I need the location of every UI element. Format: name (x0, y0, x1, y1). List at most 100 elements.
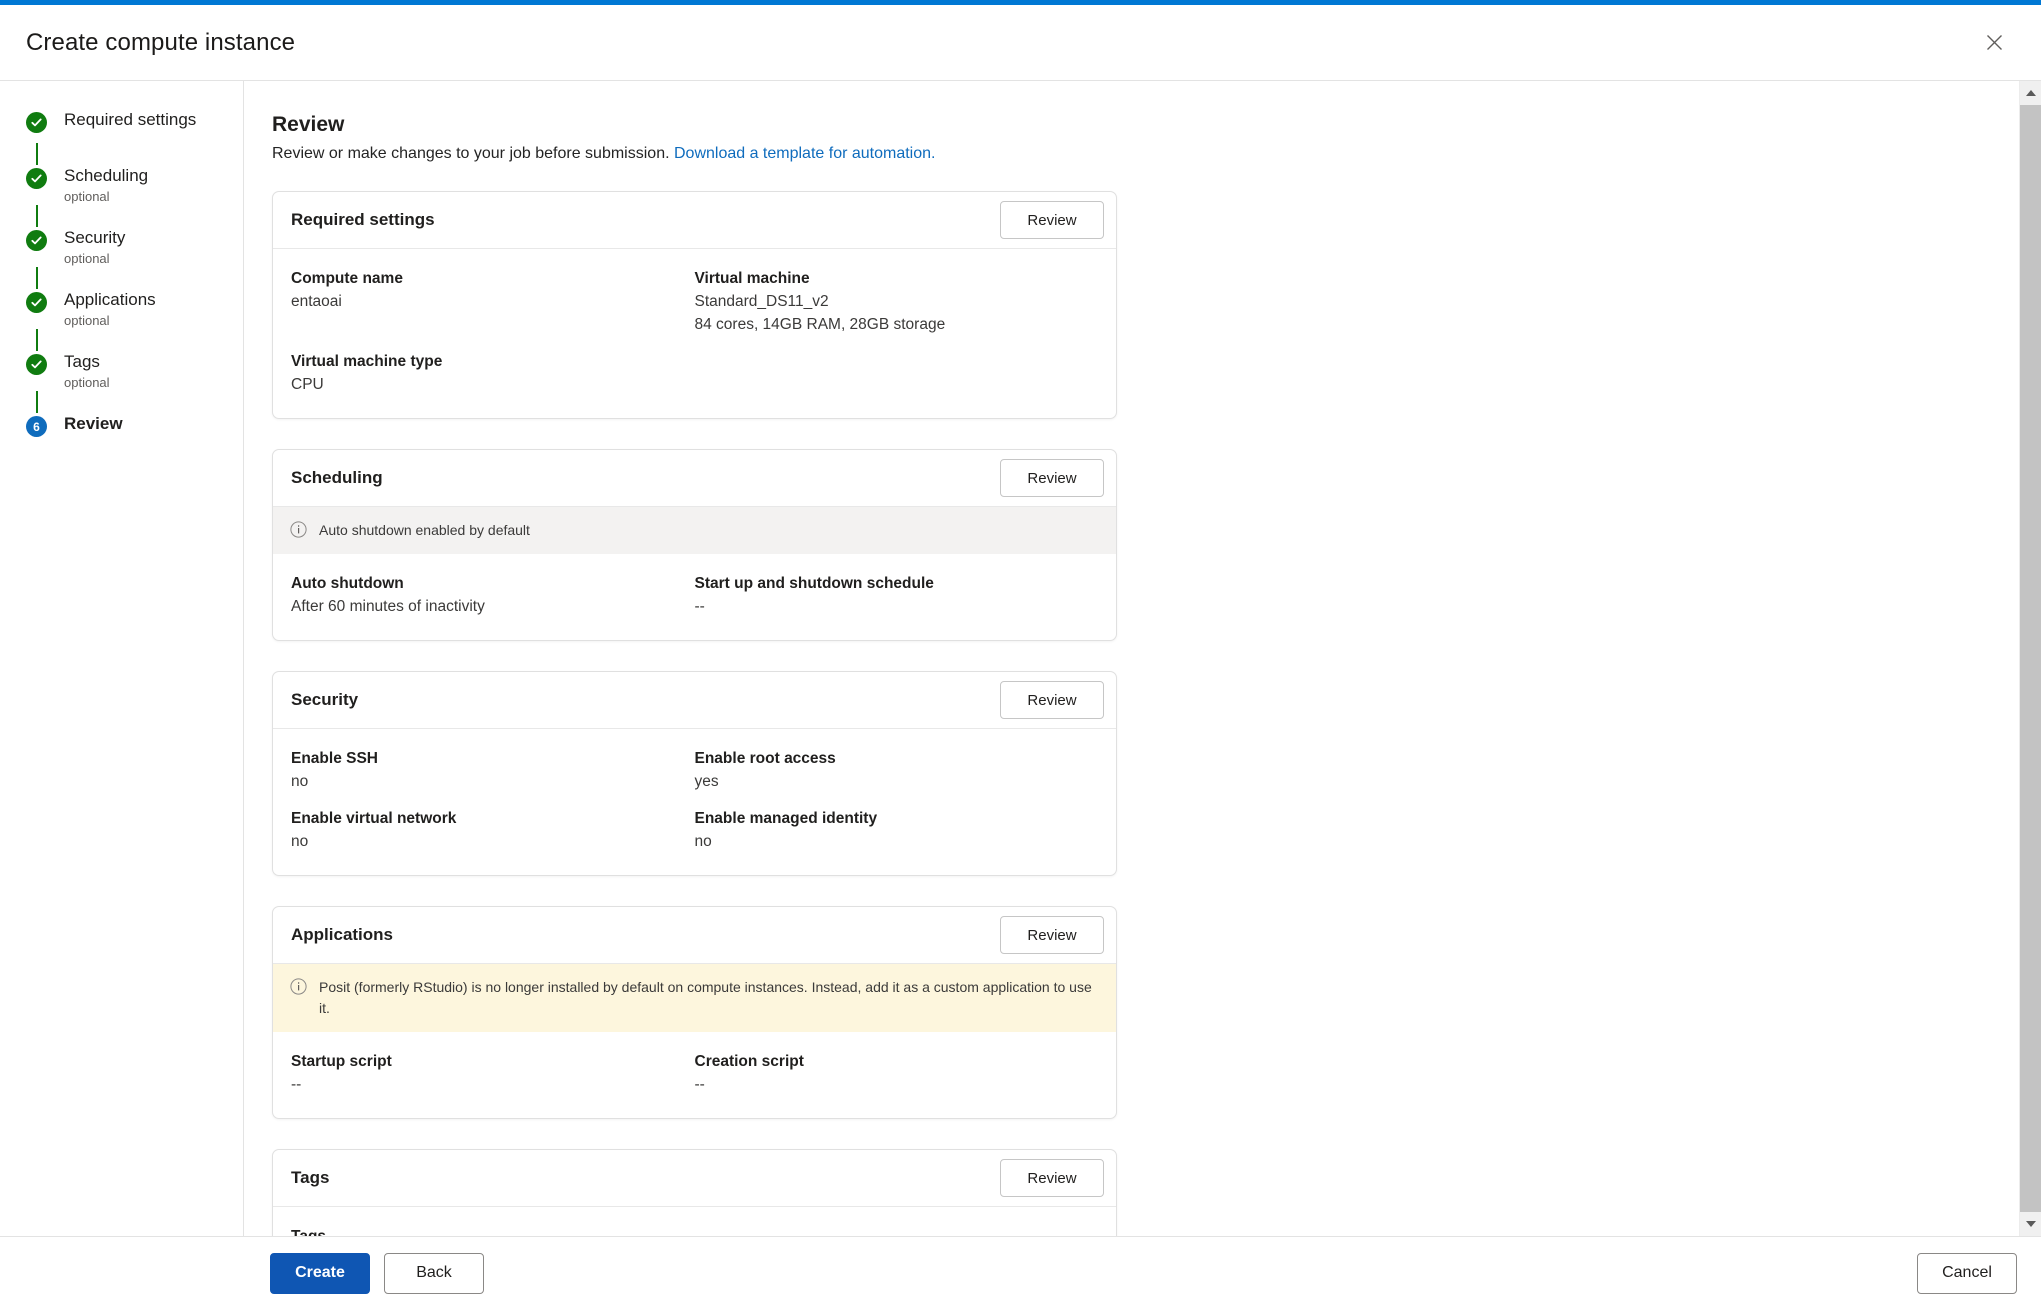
sidebar-item-label: Required settings (64, 110, 197, 129)
sidebar-item-review[interactable]: 6 Review (0, 413, 243, 447)
field-label: Start up and shutdown schedule (694, 575, 934, 592)
field-empty (695, 350, 1099, 396)
field-label: Compute name (291, 270, 403, 287)
card-fields: Tags -- (273, 1207, 1116, 1236)
dialog-titlebar: Create compute instance (0, 5, 2041, 81)
step-number-badge: 6 (26, 416, 47, 437)
field-enable-managed-identity: Enable managed identity no (695, 807, 1099, 853)
sidebar-item-applications[interactable]: Applications optional (0, 289, 243, 329)
field-value: -- (694, 598, 705, 615)
vertical-scrollbar[interactable] (2019, 81, 2041, 1236)
card-scheduling: Scheduling Review Auto shutdown enabled … (272, 449, 1117, 641)
footer-primary-actions: Create Back (270, 1252, 484, 1294)
step-connector (36, 329, 38, 351)
scrollbar-thumb[interactable] (2019, 105, 2041, 1212)
field-compute-name: Compute name entaoai (291, 267, 695, 350)
field-value: yes (694, 773, 719, 790)
card-title: Scheduling (291, 468, 383, 487)
field-auto-shutdown: Auto shutdown After 60 minutes of inacti… (291, 572, 695, 618)
chevron-up-icon[interactable] (2020, 81, 2041, 105)
info-icon (290, 978, 307, 995)
sidebar-item-required-settings[interactable]: Required settings (0, 109, 243, 143)
field-label: Virtual machine type (291, 353, 443, 370)
field-enable-root-access: Enable root access yes (695, 747, 1099, 807)
sidebar-item-label: Security (64, 228, 126, 247)
sidebar-item-optional-tag: optional (64, 375, 110, 390)
field-value: no (694, 833, 712, 850)
download-template-link[interactable]: Download a template for automation. (674, 145, 935, 162)
check-icon (26, 168, 47, 189)
info-icon (290, 521, 307, 538)
field-startup-shutdown-schedule: Start up and shutdown schedule -- (695, 572, 1099, 618)
card-fields: Enable SSH no Enable root access yes Ena… (273, 729, 1116, 875)
review-button-tags[interactable]: Review (1000, 1159, 1104, 1197)
card-security: Security Review Enable SSH no Enable roo… (272, 671, 1117, 876)
card-header: Scheduling Review (273, 450, 1116, 507)
dialog-footer: Create Back Cancel (0, 1236, 2041, 1309)
field-label: Virtual machine (694, 270, 810, 287)
page-title: Review (272, 113, 345, 136)
check-icon (26, 112, 47, 133)
page-description-text: Review or make changes to your job befor… (272, 145, 674, 162)
check-icon (26, 230, 47, 251)
create-compute-instance-dialog: Create compute instance Required setting… (0, 0, 2041, 1309)
field-virtual-machine-type: Virtual machine type CPU (291, 350, 695, 396)
review-button-security[interactable]: Review (1000, 681, 1104, 719)
card-fields: Auto shutdown After 60 minutes of inacti… (273, 554, 1116, 640)
sidebar-item-scheduling[interactable]: Scheduling optional (0, 165, 243, 205)
sidebar-item-optional-tag: optional (64, 251, 110, 266)
card-header: Security Review (273, 672, 1116, 729)
card-fields: Compute name entaoai Virtual machine Sta… (273, 249, 1116, 418)
card-applications: Applications Review Posit (formerly RStu… (272, 906, 1117, 1119)
card-header: Applications Review (273, 907, 1116, 964)
main-content-wrap: Review Review or make changes to your jo… (244, 81, 2041, 1236)
field-label: Tags (291, 1225, 695, 1236)
field-label: Enable SSH (291, 750, 378, 767)
scrollbar-track[interactable] (2019, 105, 2041, 1212)
sidebar-item-tags[interactable]: Tags optional (0, 351, 243, 391)
review-button-scheduling[interactable]: Review (1000, 459, 1104, 497)
field-value: -- (694, 1076, 705, 1093)
step-connector (36, 267, 38, 289)
review-button-applications[interactable]: Review (1000, 916, 1104, 954)
sidebar-item-optional-tag: optional (64, 189, 110, 204)
field-value: entaoai (291, 293, 342, 310)
create-button[interactable]: Create (270, 1252, 370, 1294)
field-value: CPU (291, 376, 324, 393)
back-button[interactable]: Back (384, 1252, 484, 1294)
field-label: Enable managed identity (694, 810, 878, 827)
field-tags: Tags -- (291, 1225, 695, 1236)
banner-text: Auto shutdown enabled by default (319, 522, 530, 538)
sidebar-item-security[interactable]: Security optional (0, 227, 243, 267)
card-title: Tags (291, 1168, 330, 1187)
review-button-required-settings[interactable]: Review (1000, 201, 1104, 239)
sidebar-item-label: Scheduling (64, 166, 149, 185)
card-title: Applications (291, 925, 394, 944)
field-value: Standard_DS11_v2 (694, 293, 829, 310)
sidebar-item-label: Review (64, 414, 123, 433)
banner-text: Posit (formerly RStudio) is no longer in… (319, 979, 1092, 1016)
step-number-label: 6 (33, 419, 40, 434)
chevron-down-icon[interactable] (2020, 1212, 2041, 1236)
step-connector (36, 143, 38, 165)
card-required-settings: Required settings Review Compute name en… (272, 191, 1117, 419)
check-icon (26, 354, 47, 375)
applications-warning-banner: Posit (formerly RStudio) is no longer in… (273, 964, 1116, 1032)
field-value: no (291, 833, 309, 850)
close-icon[interactable] (1971, 20, 2017, 66)
wizard-sidebar: Required settings Scheduling optional Se… (0, 81, 244, 1236)
field-value-secondary: 84 cores, 14GB RAM, 28GB storage (694, 316, 946, 333)
field-empty (695, 1225, 1099, 1236)
card-fields: Startup script -- Creation script -- (273, 1032, 1116, 1118)
sidebar-item-label: Tags (64, 352, 100, 371)
check-icon (26, 292, 47, 313)
cancel-button[interactable]: Cancel (1917, 1252, 2017, 1294)
card-title: Security (291, 690, 359, 709)
field-startup-script: Startup script -- (291, 1050, 695, 1096)
field-label: Enable virtual network (291, 810, 457, 827)
dialog-title: Create compute instance (26, 28, 296, 56)
scheduling-info-banner: Auto shutdown enabled by default (273, 507, 1116, 554)
card-header: Tags Review (273, 1150, 1116, 1207)
field-value: no (291, 773, 309, 790)
field-value: After 60 minutes of inactivity (291, 598, 485, 615)
